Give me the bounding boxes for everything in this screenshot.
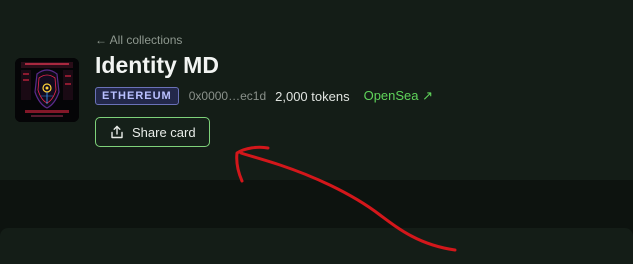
chain-badge: ETHEREUM — [95, 87, 179, 105]
share-card-button[interactable]: Share card — [95, 117, 210, 147]
share-upload-icon — [110, 125, 124, 139]
share-card-label: Share card — [132, 124, 196, 140]
collection-page: ← All collections Identity MD ETHEREUM 0… — [0, 0, 633, 264]
all-collections-link[interactable]: ← All collections — [95, 33, 182, 47]
token-count: 2,000 tokens — [275, 88, 350, 104]
section-gap — [0, 180, 633, 228]
collection-title: Identity MD — [95, 52, 219, 78]
content-panel — [0, 228, 633, 264]
collection-meta-row: ETHEREUM 0x0000…ec1d 2,000 tokens OpenSe… — [95, 87, 433, 105]
collection-thumbnail — [15, 58, 79, 122]
opensea-link[interactable]: OpenSea ↗ — [364, 88, 433, 104]
contract-address[interactable]: 0x0000…ec1d — [189, 89, 266, 103]
